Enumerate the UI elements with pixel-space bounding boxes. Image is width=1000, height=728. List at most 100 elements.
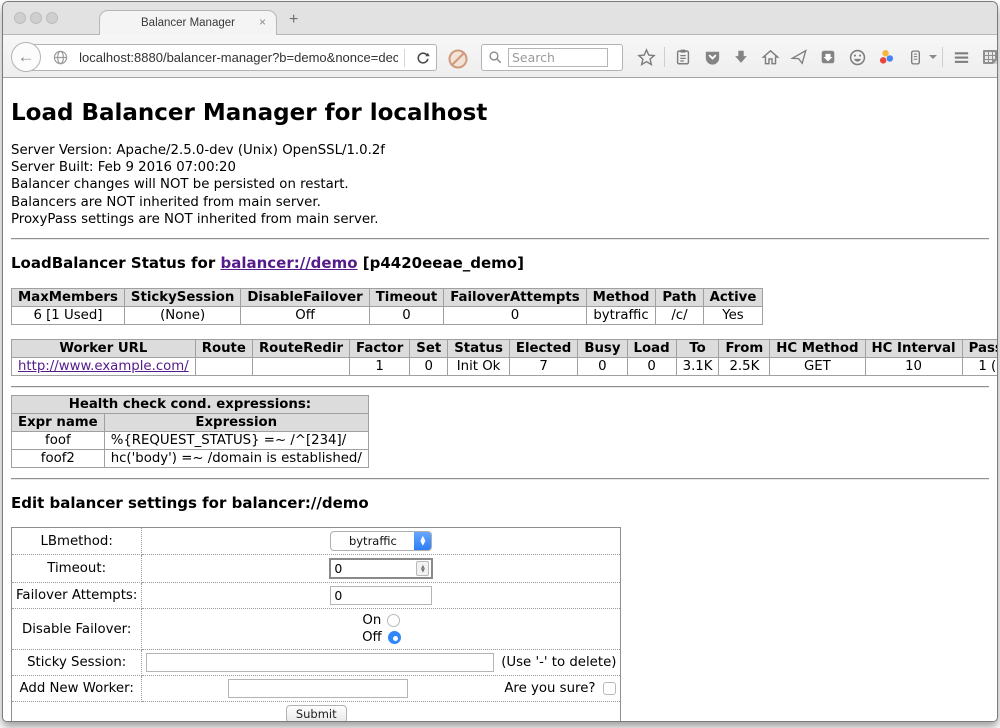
balancer-settings-form: LBmethod: bytraffic ▲▼ Timeout: ▲▼ xyxy=(11,527,621,722)
bookmark-star-icon[interactable] xyxy=(633,44,659,70)
col-elected: Elected xyxy=(509,340,577,358)
cell-expr-name: foof2 xyxy=(12,450,105,468)
pocket-shield-icon[interactable] xyxy=(699,44,725,70)
lbmethod-select[interactable]: bytraffic ▲▼ xyxy=(330,531,432,551)
col-worker-url: Worker URL xyxy=(12,340,196,358)
col-from: From xyxy=(719,340,770,358)
divider xyxy=(11,386,989,388)
table-header-row: Expr name Expression xyxy=(12,414,369,432)
color-dots-icon[interactable] xyxy=(873,44,899,70)
cell-busy: 0 xyxy=(578,358,627,376)
new-tab-button[interactable]: + xyxy=(289,11,298,29)
off-label: Off xyxy=(362,630,382,645)
server-info: Server Version: Apache/2.5.0-dev (Unix) … xyxy=(11,142,989,228)
cell-worker-url: http://www.example.com/ xyxy=(12,358,196,376)
on-radio[interactable] xyxy=(387,614,400,627)
add-worker-label: Add New Worker: xyxy=(12,676,142,702)
health-table-title: Health check cond. expressions: xyxy=(12,396,369,414)
col-set: Set xyxy=(410,340,448,358)
sticky-session-input[interactable] xyxy=(146,653,494,672)
tab-bar: Balancer Manager × + xyxy=(3,2,997,34)
note-inherit-proxypass: ProxyPass settings are NOT inherited fro… xyxy=(11,211,989,228)
send-plane-icon[interactable] xyxy=(786,44,812,70)
on-label: On xyxy=(362,613,381,628)
edit-settings-heading: Edit balancer settings for balancer://de… xyxy=(11,494,989,512)
search-input[interactable] xyxy=(508,48,608,67)
browser-window: Balancer Manager × + ← localhost:8880/ba… xyxy=(2,1,998,722)
lbmethod-label: LBmethod: xyxy=(12,528,142,555)
device-battery-icon[interactable] xyxy=(902,44,928,70)
off-radio[interactable] xyxy=(388,631,401,644)
col-hc-interval: HC Interval xyxy=(865,340,962,358)
status-heading-suffix: [p4420eeae_demo] xyxy=(358,254,524,272)
table-header-row: Worker URL Route RouteRedir Factor Set S… xyxy=(12,340,998,358)
extension-grid-icon[interactable] xyxy=(977,44,998,70)
smiley-feedback-icon[interactable] xyxy=(844,44,870,70)
number-stepper-icon[interactable]: ▲▼ xyxy=(416,561,429,576)
search-bar[interactable] xyxy=(481,44,623,71)
page-content: Load Balancer Manager for localhost Serv… xyxy=(3,78,997,722)
tab-close-icon[interactable]: × xyxy=(259,15,266,29)
col-expr-name: Expr name xyxy=(12,414,105,432)
home-icon[interactable] xyxy=(757,44,783,70)
bookmarks-clipboard-icon[interactable] xyxy=(670,44,696,70)
zoom-window-button[interactable] xyxy=(46,12,58,24)
submit-button[interactable]: Submit xyxy=(286,705,347,722)
cell-expr-name: foof xyxy=(12,432,105,450)
table-row: http://www.example.com/ 1 0 Init Ok 7 0 … xyxy=(12,358,998,376)
cell-elected: 7 xyxy=(509,358,577,376)
cell-to: 3.1K xyxy=(676,358,719,376)
col-path: Path xyxy=(656,289,703,307)
col-routeredir: RouteRedir xyxy=(252,340,349,358)
form-row-submit: Submit xyxy=(12,702,621,722)
col-route: Route xyxy=(195,340,252,358)
cell-from: 2.5K xyxy=(719,358,770,376)
form-row-disable-failover: Disable Failover: On Off xyxy=(12,609,621,650)
cell-expression: hc('body') =~ /domain is established/ xyxy=(104,450,368,468)
col-failoverattempts: FailoverAttempts xyxy=(444,289,586,307)
col-method: Method xyxy=(586,289,656,307)
are-you-sure-label: Are you sure? xyxy=(504,681,595,696)
table-row: foof %{REQUEST_STATUS} =~ /^[234]/ xyxy=(12,432,369,450)
site-identity-globe-icon[interactable] xyxy=(48,45,73,71)
page-title: Load Balancer Manager for localhost xyxy=(11,98,989,128)
toolbar-separator xyxy=(942,47,943,67)
navigation-toolbar: ← localhost:8880/balancer-manager?b=demo… xyxy=(3,34,997,78)
col-expression: Expression xyxy=(104,414,368,432)
status-heading-prefix: LoadBalancer Status for xyxy=(11,254,220,272)
cell-maxmembers: 6 [1 Used] xyxy=(12,307,125,325)
cell-disablefailover: Off xyxy=(241,307,369,325)
cell-method: bytraffic xyxy=(586,307,656,325)
download-icon[interactable] xyxy=(728,44,754,70)
menu-hamburger-icon[interactable] xyxy=(948,44,974,70)
minimize-window-button[interactable] xyxy=(30,12,42,24)
add-worker-input[interactable] xyxy=(228,679,408,698)
col-active: Active xyxy=(703,289,763,307)
close-window-button[interactable] xyxy=(14,12,26,24)
tab-balancer-manager[interactable]: Balancer Manager × xyxy=(99,10,277,35)
col-maxmembers: MaxMembers xyxy=(12,289,125,307)
are-you-sure-checkbox[interactable] xyxy=(603,682,616,695)
pocket-save-icon[interactable] xyxy=(815,44,841,70)
note-persist: Balancer changes will NOT be persisted o… xyxy=(11,176,989,193)
failover-attempts-input[interactable] xyxy=(330,586,432,605)
reload-icon[interactable] xyxy=(411,45,436,71)
balancer-demo-link[interactable]: balancer://demo xyxy=(220,254,357,272)
col-to: To xyxy=(676,340,719,358)
timeout-label: Timeout: xyxy=(12,555,142,583)
server-built: Server Built: Feb 9 2016 07:00:20 xyxy=(11,159,989,176)
url-bar[interactable]: localhost:8880/balancer-manager?b=demo&n… xyxy=(27,44,437,71)
adblock-icon[interactable] xyxy=(445,46,471,72)
urlbar-separator xyxy=(404,49,405,67)
timeout-input[interactable] xyxy=(331,561,416,577)
chevron-down-icon[interactable] xyxy=(929,55,937,59)
worker-url-link[interactable]: http://www.example.com/ xyxy=(18,359,189,374)
url-text[interactable]: localhost:8880/balancer-manager?b=demo&n… xyxy=(79,50,398,65)
loadbalancer-status-heading: LoadBalancer Status for balancer://demo … xyxy=(11,254,989,272)
cell-timeout: 0 xyxy=(369,307,443,325)
cell-passes: 1 (0) xyxy=(962,358,997,376)
note-inherit-balancers: Balancers are NOT inherited from main se… xyxy=(11,194,989,211)
timeout-input-wrap: ▲▼ xyxy=(329,558,433,579)
divider xyxy=(11,478,989,480)
back-button[interactable]: ← xyxy=(11,42,41,72)
